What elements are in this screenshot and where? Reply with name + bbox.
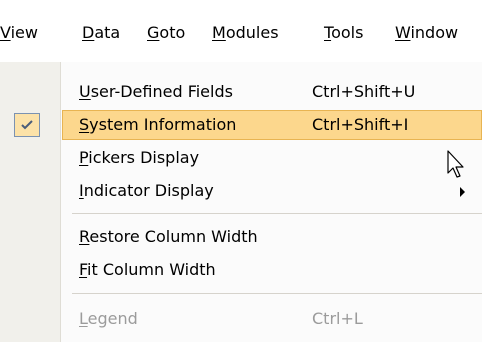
system-information-shortcut: Ctrl+Shift+I — [312, 115, 409, 134]
menu-view[interactable]: View — [0, 22, 38, 44]
data-dropdown-menu: User-Defined Fields Ctrl+Shift+U System … — [0, 62, 482, 342]
menu-item-system-information[interactable]: System Information Ctrl+Shift+I — [0, 109, 482, 141]
legend-shortcut: Ctrl+L — [312, 309, 363, 328]
indicator-display-label: Indicator Display — [79, 181, 214, 200]
menu-modules[interactable]: Modules — [212, 22, 279, 44]
user-defined-fields-label: User-Defined Fields — [79, 82, 233, 101]
menu-item-indicator-display[interactable]: Indicator Display — [0, 175, 482, 207]
system-information-label: System Information — [79, 115, 237, 134]
menu-separator — [72, 213, 482, 214]
mouse-cursor-icon — [447, 150, 464, 178]
menu-item-user-defined-fields[interactable]: User-Defined Fields Ctrl+Shift+U — [0, 76, 482, 108]
menu-bar: View Data Goto Modules Tools Window — [0, 0, 482, 62]
menu-item-restore-column-width[interactable]: Restore Column Width — [0, 221, 482, 253]
menu-window[interactable]: Window — [395, 22, 458, 44]
menu-goto[interactable]: Goto — [147, 22, 185, 44]
menu-item-legend: Legend Ctrl+L — [0, 303, 482, 335]
restore-column-width-label: Restore Column Width — [79, 227, 258, 246]
legend-label: Legend — [79, 309, 138, 328]
fit-column-width-label: Fit Column Width — [79, 260, 216, 279]
user-defined-fields-shortcut: Ctrl+Shift+U — [312, 82, 416, 101]
menu-item-fit-column-width[interactable]: Fit Column Width — [0, 254, 482, 286]
check-box — [14, 113, 40, 137]
menu-tools[interactable]: Tools — [324, 22, 363, 44]
menu-separator — [72, 293, 482, 294]
menu-data[interactable]: Data — [82, 22, 120, 44]
pickers-display-label: Pickers Display — [79, 148, 200, 167]
check-icon — [21, 120, 33, 130]
menu-item-pickers-display[interactable]: Pickers Display — [0, 142, 482, 174]
submenu-arrow-icon — [460, 187, 465, 197]
